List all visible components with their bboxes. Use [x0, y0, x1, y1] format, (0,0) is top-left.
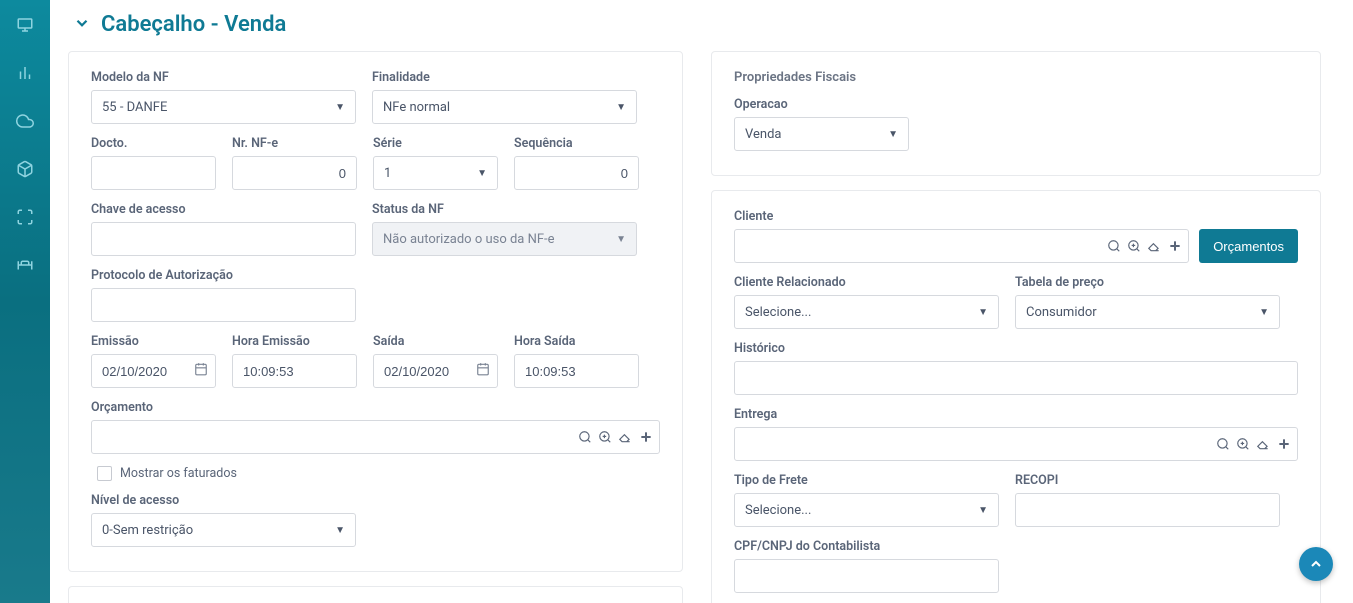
status-label: Status da NF	[372, 202, 637, 217]
docto-input[interactable]	[91, 156, 216, 190]
entrega-label: Entrega	[734, 407, 1298, 422]
hora-saida-label: Hora Saída	[514, 334, 639, 349]
cloud-icon[interactable]	[15, 111, 35, 131]
section-header[interactable]: Cabeçalho - Venda	[73, 12, 1335, 37]
panel-cliente: Cliente Orçamentos	[711, 190, 1321, 603]
recopi-input[interactable]	[1015, 493, 1280, 527]
erase-icon[interactable]	[618, 430, 632, 444]
search-icon[interactable]	[1107, 239, 1121, 253]
caret-icon: ▼	[335, 525, 345, 536]
orcamento-label: Orçamento	[91, 400, 660, 415]
caret-icon: ▼	[978, 505, 988, 516]
chave-input[interactable]	[91, 222, 356, 256]
modelo-label: Modelo da NF	[91, 70, 356, 85]
sidebar	[0, 0, 50, 603]
operacao-label: Operacao	[734, 97, 909, 112]
cpfcnpj-input[interactable]	[734, 559, 999, 593]
caret-icon: ▼	[1259, 307, 1269, 318]
panel-left: Modelo da NF 55 - DANFE▼ Finalidade NFe …	[68, 51, 683, 572]
panel-left-2: Consumidor Final? Não▼ Obter Tipo de Ate…	[68, 586, 683, 603]
cliente-rel-label: Cliente Relacionado	[734, 275, 999, 290]
cube-icon[interactable]	[15, 159, 35, 179]
search-icon[interactable]	[578, 430, 592, 444]
main: Cabeçalho - Venda Modelo da NF 55 - DANF…	[50, 0, 1353, 603]
section-title: Cabeçalho - Venda	[101, 12, 286, 37]
zoom-icon[interactable]	[1127, 239, 1141, 253]
chave-label: Chave de acesso	[91, 202, 356, 217]
calendar-icon[interactable]	[194, 362, 208, 380]
cliente-label: Cliente	[734, 209, 1298, 224]
modelo-select[interactable]: 55 - DANFE▼	[91, 90, 356, 124]
cliente-rel-select[interactable]: Selecione...▼	[734, 295, 999, 329]
hora-saida-input[interactable]	[514, 354, 639, 388]
plus-icon[interactable]	[1276, 436, 1292, 452]
sequencia-label: Sequência	[514, 136, 639, 151]
hora-emissao-label: Hora Emissão	[232, 334, 357, 349]
recopi-label: RECOPI	[1015, 473, 1280, 488]
chart-icon[interactable]	[15, 63, 35, 83]
operacao-select[interactable]: Venda▼	[734, 117, 909, 151]
docto-label: Docto.	[91, 136, 216, 151]
caret-icon: ▼	[978, 307, 988, 318]
entrega-input[interactable]	[734, 427, 1298, 461]
zoom-icon[interactable]	[1236, 437, 1250, 451]
plus-icon[interactable]	[638, 429, 654, 445]
serie-select[interactable]: 1▼	[373, 156, 498, 190]
calendar-icon[interactable]	[476, 362, 490, 380]
protocolo-label: Protocolo de Autorização	[91, 268, 356, 283]
caret-icon: ▼	[335, 102, 345, 113]
caret-icon: ▼	[477, 168, 487, 179]
nrnfe-input[interactable]	[232, 156, 357, 190]
scroll-top-button[interactable]	[1299, 547, 1333, 581]
erase-icon[interactable]	[1256, 437, 1270, 451]
tabela-label: Tabela de preço	[1015, 275, 1280, 290]
finalidade-label: Finalidade	[372, 70, 637, 85]
plus-icon[interactable]	[1167, 238, 1183, 254]
nrnfe-label: Nr. NF-e	[232, 136, 357, 151]
nivel-select[interactable]: 0-Sem restrição▼	[91, 513, 356, 547]
monitor-icon[interactable]	[15, 15, 35, 35]
props-fiscais-heading: Propriedades Fiscais	[734, 70, 1298, 85]
sequencia-input[interactable]	[514, 156, 639, 190]
bed-icon[interactable]	[15, 255, 35, 275]
saida-label: Saída	[373, 334, 498, 349]
erase-icon[interactable]	[1147, 239, 1161, 253]
mostrar-faturados-checkbox[interactable]: Mostrar os faturados	[97, 466, 237, 481]
orcamentos-button[interactable]: Orçamentos	[1199, 229, 1298, 263]
orcamento-input[interactable]	[91, 420, 660, 454]
status-select: Não autorizado o uso da NF-e▼	[372, 222, 637, 256]
tipo-frete-label: Tipo de Frete	[734, 473, 999, 488]
tipo-frete-select[interactable]: Selecione...▼	[734, 493, 999, 527]
caret-icon: ▼	[888, 129, 898, 140]
expand-icon[interactable]	[15, 207, 35, 227]
search-icon[interactable]	[1216, 437, 1230, 451]
cpfcnpj-label: CPF/CNPJ do Contabilista	[734, 539, 999, 554]
nivel-label: Nível de acesso	[91, 493, 356, 508]
historico-input[interactable]	[734, 361, 1298, 395]
historico-label: Histórico	[734, 341, 1298, 356]
emissao-label: Emissão	[91, 334, 216, 349]
protocolo-input[interactable]	[91, 288, 356, 322]
tabela-select[interactable]: Consumidor▼	[1015, 295, 1280, 329]
zoom-icon[interactable]	[598, 430, 612, 444]
caret-icon: ▼	[616, 102, 626, 113]
panel-fiscais: Propriedades Fiscais Operacao Venda▼	[711, 51, 1321, 176]
serie-label: Série	[373, 136, 498, 151]
hora-emissao-input[interactable]	[232, 354, 357, 388]
chevron-down-icon	[73, 14, 91, 36]
caret-icon: ▼	[616, 234, 626, 245]
finalidade-select[interactable]: NFe normal▼	[372, 90, 637, 124]
